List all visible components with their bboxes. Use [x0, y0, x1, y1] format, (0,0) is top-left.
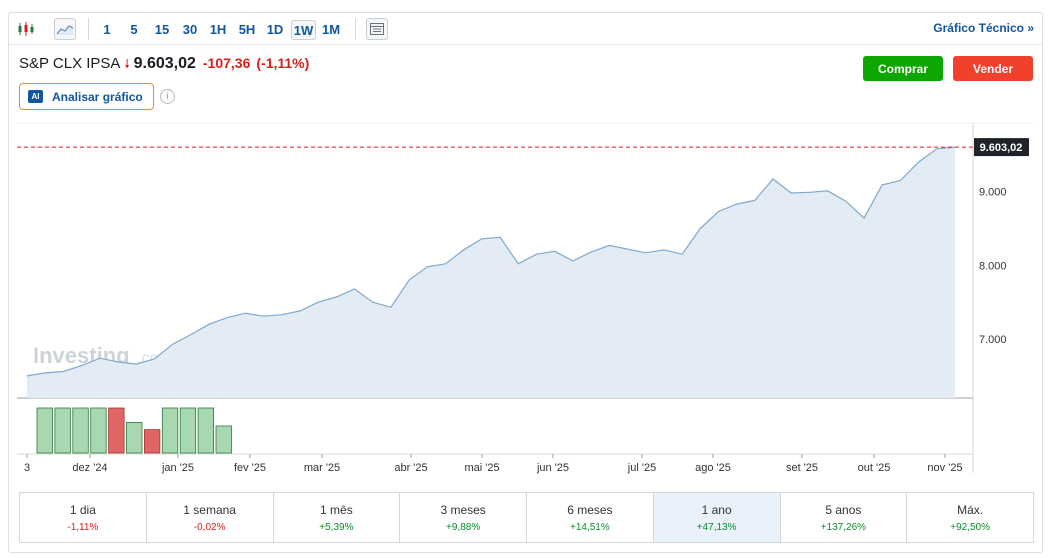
performance-value: +137,26%: [820, 521, 867, 533]
chart-widget: 1 5 15 30 1H 5H 1D 1W 1M Gráfico Técnico…: [8, 12, 1043, 553]
performance-period: 5 anos: [825, 502, 862, 517]
volume-bar: [126, 421, 143, 454]
x-tick-label: mar '25: [304, 462, 340, 474]
volume-bar: [143, 429, 161, 454]
performance-cell[interactable]: 5 anos +137,26%: [781, 493, 908, 542]
x-tick-label: mai '25: [464, 462, 499, 474]
performance-period: 1 dia: [69, 502, 96, 517]
performance-cell[interactable]: 1 mês +5,39%: [274, 493, 401, 542]
performance-value: +9,88%: [446, 521, 481, 533]
performance-value: +5,39%: [319, 521, 354, 533]
x-tick-label: 3: [24, 462, 30, 474]
performance-value: -0,02%: [193, 521, 226, 533]
x-tick-label: dez '24: [72, 462, 107, 474]
performance-cell[interactable]: 1 semana -0,02%: [147, 493, 274, 542]
performance-value: +47,13%: [696, 521, 737, 533]
price-chart[interactable]: Investing .com 7.0008.0009.000 9.603,02 …: [9, 13, 1044, 488]
x-tick-label: jan '25: [161, 462, 194, 474]
x-tick-label: out '25: [858, 462, 891, 474]
x-tick-label: set '25: [786, 462, 818, 474]
volume-bar: [215, 425, 232, 454]
x-tick-label: jun '25: [536, 462, 569, 474]
performance-cell[interactable]: 3 meses +9,88%: [400, 493, 527, 542]
y-axis-ticks: 7.000 8.000 9.000: [979, 187, 1007, 346]
performance-period: 1 ano: [701, 502, 732, 517]
performance-period: 3 meses: [440, 502, 486, 517]
performance-period: Máx.: [957, 502, 984, 517]
performance-period: 1 mês: [320, 502, 353, 517]
performance-value: +14,51%: [569, 521, 610, 533]
y-tick-label: 7.000: [979, 334, 1007, 346]
performance-cell[interactable]: 1 ano +47,13%: [653, 493, 781, 542]
volume-bar: [161, 407, 179, 454]
volume-bar: [90, 407, 107, 454]
x-tick-label: nov '25: [927, 462, 962, 474]
volume-bar: [72, 407, 89, 454]
price-area-fill: [27, 147, 955, 398]
y-tick-label: 8.000: [979, 260, 1007, 272]
x-tick-label: ago '25: [695, 462, 731, 474]
performance-period: 6 meses: [567, 502, 613, 517]
volume-bar: [54, 407, 71, 454]
volume-bar: [108, 407, 125, 454]
y-tick-label: 9.000: [979, 187, 1007, 199]
x-tick-label: jul '25: [627, 462, 656, 474]
performance-cell[interactable]: 6 meses +14,51%: [527, 493, 654, 542]
volume-bar: [36, 407, 53, 454]
volume-bar: [179, 407, 197, 454]
last-price-tag: 9.603,02: [974, 138, 1029, 157]
volume-bar: [197, 407, 215, 454]
performance-bar: 1 dia -1,11% 1 semana -0,02% 1 mês +5,39% 3 me…: [19, 492, 1034, 543]
x-tick-label: fev '25: [234, 462, 266, 474]
performance-period: 1 semana: [183, 502, 236, 517]
last-price-tag-label: 9.603,02: [980, 142, 1023, 154]
performance-cell[interactable]: Máx. +92,50%: [907, 493, 1033, 542]
performance-value: +92,50%: [950, 521, 990, 533]
x-tick-label: abr '25: [394, 462, 427, 474]
performance-cell[interactable]: 1 dia -1,11%: [20, 493, 147, 542]
volume-bars: [36, 407, 232, 454]
performance-value: -1,11%: [67, 521, 99, 533]
x-axis-ticks: 3 dez '24 jan '25 fev '25 mar '25 abr '25 mai …: [24, 454, 963, 474]
